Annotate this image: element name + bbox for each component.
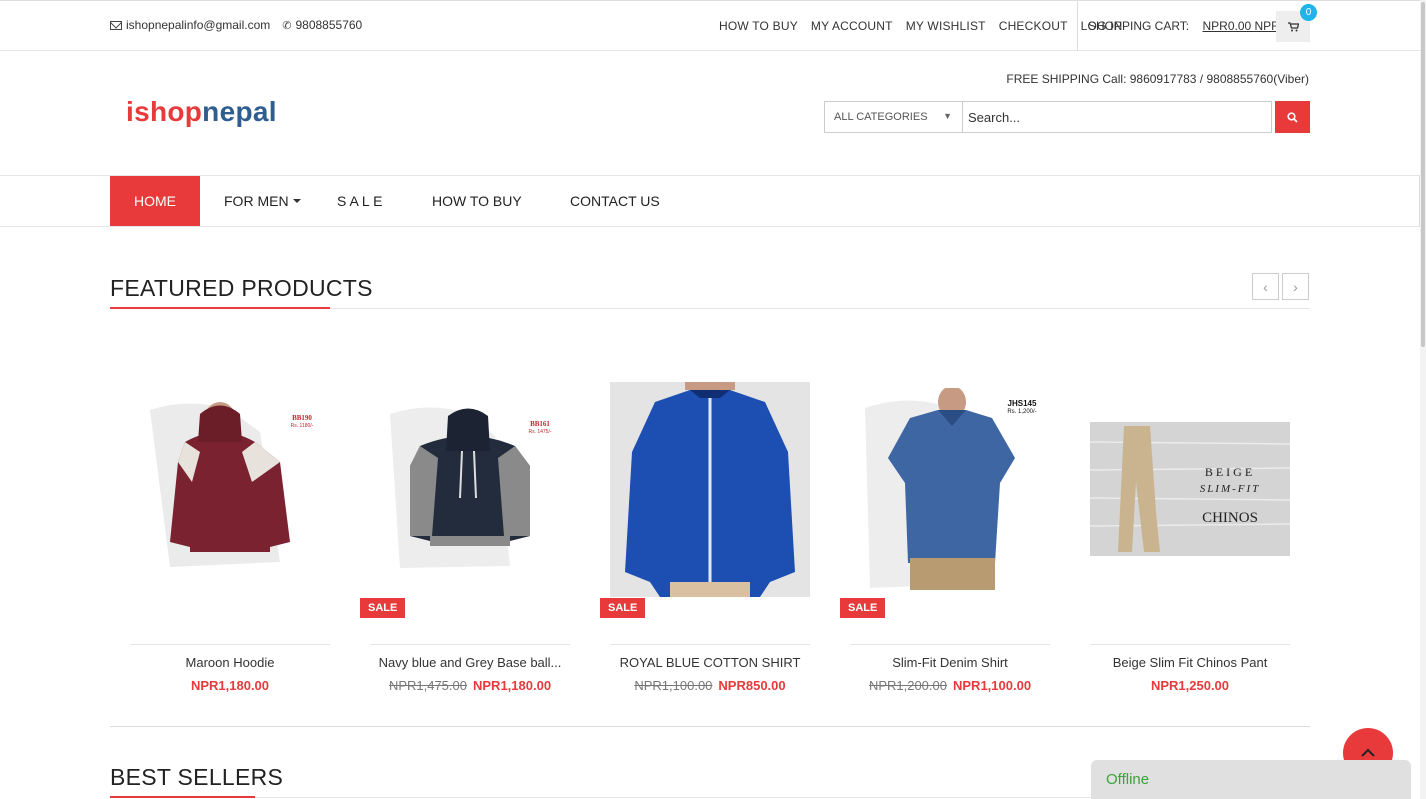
account-links: HOW TO BUY MY ACCOUNT MY WISHLIST CHECKO… bbox=[719, 19, 1123, 33]
product-image-navy-grey-hoodie[interactable]: BB161 Rs. 1475/- bbox=[370, 406, 570, 570]
nav-how-to-buy[interactable]: HOW TO BUY bbox=[432, 176, 522, 226]
product-tag-price: Rs. 1,200/- bbox=[1007, 409, 1036, 415]
old-price: NPR1,475.00 bbox=[388, 678, 467, 693]
product-divider bbox=[610, 644, 810, 645]
sale-badge: SALE bbox=[600, 598, 646, 618]
product-tag-code: JHS145 bbox=[1008, 399, 1037, 408]
top-bar: ishopnepalinfo@gmail.com ✆ 9808855760 HO… bbox=[0, 0, 1420, 51]
free-shipping-text: FREE SHIPPING Call: 9860917783 / 9808855… bbox=[1006, 72, 1309, 86]
main-nav: HOME FOR MEN S A L E HOW TO BUY CONTACT … bbox=[0, 175, 1420, 227]
current-price: NPR1,250.00 bbox=[1150, 678, 1230, 693]
product-name[interactable]: Maroon Hoodie bbox=[110, 655, 350, 670]
logo-part-ishop: ishop bbox=[126, 96, 203, 127]
caret-down-icon bbox=[292, 199, 301, 203]
phone-contact: ✆ 9808855760 bbox=[282, 18, 362, 32]
nav-contact-us[interactable]: CONTACT US bbox=[570, 176, 660, 226]
sale-badge: SALE bbox=[840, 598, 886, 618]
page-scrollbar[interactable] bbox=[1420, 0, 1426, 799]
product-divider bbox=[130, 644, 330, 645]
how-to-buy-link[interactable]: HOW TO BUY bbox=[719, 19, 798, 33]
my-account-link[interactable]: MY ACCOUNT bbox=[811, 19, 893, 33]
current-price: NPR1,100.00 bbox=[953, 678, 1032, 693]
product-tag-price: Rs. 1180/- bbox=[291, 423, 314, 429]
cart-icon bbox=[1287, 21, 1299, 31]
product-name[interactable]: Slim-Fit Denim Shirt bbox=[830, 655, 1070, 670]
email-text: ishopnepalinfo@gmail.com bbox=[126, 18, 271, 32]
best-sellers-title: BEST SELLERS bbox=[110, 764, 284, 790]
product-image-text: SLIM-FIT bbox=[1200, 483, 1261, 495]
nav-for-men-label: FOR MEN bbox=[224, 193, 289, 209]
product-divider bbox=[370, 644, 570, 645]
cart-count-badge: 0 bbox=[1300, 4, 1317, 21]
search-button[interactable] bbox=[1275, 101, 1310, 133]
product-price: NPR1,180.00 bbox=[100, 678, 360, 693]
current-price: NPR850.00 bbox=[718, 678, 786, 693]
checkout-link[interactable]: CHECKOUT bbox=[999, 19, 1068, 33]
topbar-divider bbox=[1077, 1, 1078, 51]
product-tag-code: BB161 bbox=[530, 420, 550, 428]
contact-info: ishopnepalinfo@gmail.com ✆ 9808855760 bbox=[110, 18, 362, 32]
product-image-text: CHINOS bbox=[1202, 510, 1258, 526]
featured-heading-underline bbox=[110, 307, 330, 309]
dropdown-arrow-icon: ▼ bbox=[943, 111, 952, 121]
shopping-cart-summary: SHOPPING CART: NPR0.00 NPR bbox=[1088, 19, 1280, 33]
product-price: NPR1,475.00 NPR1,180.00 bbox=[340, 678, 600, 693]
envelope-icon bbox=[110, 20, 122, 30]
email-contact[interactable]: ishopnepalinfo@gmail.com bbox=[110, 18, 270, 32]
scrollbar-thumb[interactable] bbox=[1421, 2, 1425, 347]
product-tag-code: BB190 bbox=[292, 414, 312, 422]
search-input[interactable] bbox=[963, 102, 1271, 132]
my-wishlist-link[interactable]: MY WISHLIST bbox=[906, 19, 986, 33]
product-divider bbox=[850, 644, 1050, 645]
product-name[interactable]: ROYAL BLUE COTTON SHIRT bbox=[590, 655, 830, 670]
product-price: NPR1,200.00 NPR1,100.00 bbox=[820, 678, 1080, 693]
current-price: NPR1,180.00 bbox=[473, 678, 552, 693]
sale-badge: SALE bbox=[360, 598, 406, 618]
product-image-royal-blue-shirt[interactable] bbox=[610, 382, 810, 597]
product-tag-price: Rs. 1475/- bbox=[528, 429, 551, 435]
search-icon bbox=[1287, 111, 1298, 123]
chevron-up-icon bbox=[1361, 748, 1375, 757]
product-image-denim-shirt[interactable]: JHS145 Rs. 1,200/- bbox=[850, 388, 1050, 590]
old-price: NPR1,200.00 bbox=[868, 678, 947, 693]
nav-home[interactable]: HOME bbox=[110, 176, 200, 226]
search-bar: ALL CATEGORIES ▼ bbox=[824, 101, 1272, 133]
chat-status: Offline bbox=[1106, 771, 1150, 788]
section-divider bbox=[110, 726, 1310, 727]
featured-products-title: FEATURED PRODUCTS bbox=[110, 275, 373, 301]
category-select[interactable]: ALL CATEGORIES ▼ bbox=[825, 102, 963, 132]
chevron-left-icon: ‹ bbox=[1263, 278, 1268, 295]
phone-icon: ✆ bbox=[282, 19, 292, 32]
carousel-prev-button[interactable]: ‹ bbox=[1252, 273, 1279, 300]
chevron-right-icon: › bbox=[1293, 278, 1298, 295]
product-price: NPR1,100.00 NPR850.00 bbox=[580, 678, 840, 693]
product-name[interactable]: Beige Slim Fit Chinos Pant bbox=[1070, 655, 1310, 670]
product-image-maroon-hoodie[interactable]: BB190 Rs. 1180/- bbox=[130, 402, 330, 574]
old-price: NPR1,100.00 bbox=[634, 678, 713, 693]
current-price: NPR1,180.00 bbox=[190, 678, 270, 693]
category-select-value: ALL CATEGORIES bbox=[834, 111, 928, 123]
product-name[interactable]: Navy blue and Grey Base ball... bbox=[350, 655, 590, 670]
product-image-beige-chinos[interactable]: BEIGE SLIM-FIT CHINOS bbox=[1090, 422, 1290, 556]
carousel-next-button[interactable]: › bbox=[1282, 273, 1309, 300]
product-price: NPR1,250.00 bbox=[1060, 678, 1320, 693]
logo-part-nepal: nepal bbox=[202, 96, 277, 127]
cart-amount-link[interactable]: NPR0.00 NPR bbox=[1202, 19, 1279, 33]
nav-sale[interactable]: S A L E bbox=[337, 176, 382, 226]
product-image-text: BEIGE bbox=[1205, 465, 1255, 479]
cart-label: SHOPPING CART: bbox=[1088, 19, 1190, 33]
nav-for-men[interactable]: FOR MEN bbox=[224, 176, 301, 226]
product-divider bbox=[1090, 644, 1290, 645]
phone-text: 9808855760 bbox=[295, 18, 363, 32]
site-logo[interactable]: ishopnepal bbox=[126, 96, 277, 128]
chat-widget[interactable]: Offline bbox=[1091, 760, 1411, 799]
best-sellers-heading-underline bbox=[110, 796, 255, 798]
